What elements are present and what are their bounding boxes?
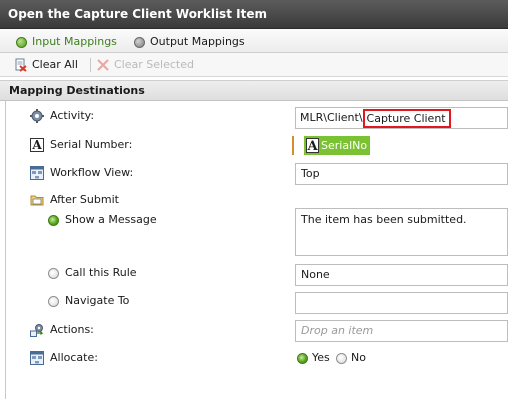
navigate-to-option[interactable]: Navigate To: [48, 293, 129, 309]
navigate-to-label: Navigate To: [65, 294, 130, 307]
clear-all-label: Clear All: [32, 58, 78, 71]
workflow-view-row-label: Workflow View:: [30, 165, 133, 181]
section-header: Mapping Destinations: [0, 80, 508, 101]
window-title: Open the Capture Client Worklist Item: [0, 0, 508, 29]
gear-icon: [30, 109, 44, 123]
serial-no-token[interactable]: A SerialNo: [304, 136, 371, 155]
actions-icon: [30, 324, 44, 337]
actions-row-label: Actions:: [30, 322, 94, 338]
activity-label: Activity:: [50, 109, 95, 122]
text-a-icon: A: [306, 138, 319, 154]
navigate-to-radio[interactable]: [48, 295, 59, 307]
serial-no-token-label: SerialNo: [321, 139, 368, 152]
call-rule-radio[interactable]: [48, 267, 59, 279]
call-rule-option[interactable]: Call this Rule: [48, 265, 137, 281]
show-message-radio[interactable]: [48, 214, 59, 226]
after-submit-row-label: After Submit: [30, 192, 119, 208]
serial-number-label: Serial Number:: [50, 138, 133, 151]
section-left-border: [5, 101, 6, 399]
activity-row-label: Activity:: [30, 108, 94, 124]
clear-all-button[interactable]: Clear All: [14, 57, 78, 73]
call-rule-label: Call this Rule: [65, 266, 137, 279]
mapping-tabs: Input Mappings Output Mappings: [0, 29, 508, 53]
allocate-no-radio[interactable]: [336, 352, 347, 364]
workflow-view-icon: [30, 166, 44, 180]
toolbar: Clear All Clear Selected: [0, 53, 508, 77]
serial-number-marker: [292, 136, 294, 155]
actions-drop-zone[interactable]: Drop an item: [295, 320, 508, 342]
green-dot-icon: [16, 36, 27, 48]
after-submit-label: After Submit: [50, 193, 119, 206]
show-message-option[interactable]: Show a Message: [48, 212, 157, 228]
allocate-yes-radio[interactable]: [297, 352, 308, 364]
text-a-icon: A: [30, 138, 44, 152]
allocate-no-label: No: [351, 351, 366, 364]
tab-input-mappings[interactable]: Input Mappings: [16, 34, 117, 50]
allocate-row-label: Allocate:: [30, 350, 98, 366]
call-rule-field[interactable]: None: [295, 264, 508, 286]
clear-selected-label: Clear Selected: [114, 58, 194, 71]
tab-output-mappings-label: Output Mappings: [150, 35, 245, 48]
tab-input-mappings-label: Input Mappings: [32, 35, 117, 48]
close-icon: [97, 59, 109, 71]
show-message-label: Show a Message: [65, 213, 157, 226]
workflow-view-label: Workflow View:: [50, 166, 134, 179]
gray-dot-icon: [134, 36, 145, 48]
toolbar-divider: [90, 58, 91, 72]
message-textarea[interactable]: The item has been submitted.: [295, 208, 508, 256]
allocate-yes-label: Yes: [312, 351, 330, 364]
navigate-to-field[interactable]: [295, 292, 508, 314]
allocate-label: Allocate:: [50, 351, 98, 364]
serial-number-row-label: A Serial Number:: [30, 137, 132, 153]
folder-icon: [30, 195, 44, 206]
actions-label: Actions:: [50, 323, 94, 336]
allocate-yes-option[interactable]: Yes: [297, 350, 330, 366]
workflow-view-icon: [30, 351, 44, 365]
tab-output-mappings[interactable]: Output Mappings: [134, 34, 245, 50]
activity-field[interactable]: MLR\Client\ Capture Client: [295, 107, 508, 129]
clear-selected-button[interactable]: Clear Selected: [96, 57, 194, 73]
clear-all-icon: [15, 58, 27, 72]
workflow-view-field[interactable]: Top: [295, 163, 508, 185]
activity-value-highlight: Capture Client: [362, 108, 451, 128]
activity-value-prefix: MLR\Client\: [300, 111, 363, 124]
allocate-no-option[interactable]: No: [336, 350, 366, 366]
